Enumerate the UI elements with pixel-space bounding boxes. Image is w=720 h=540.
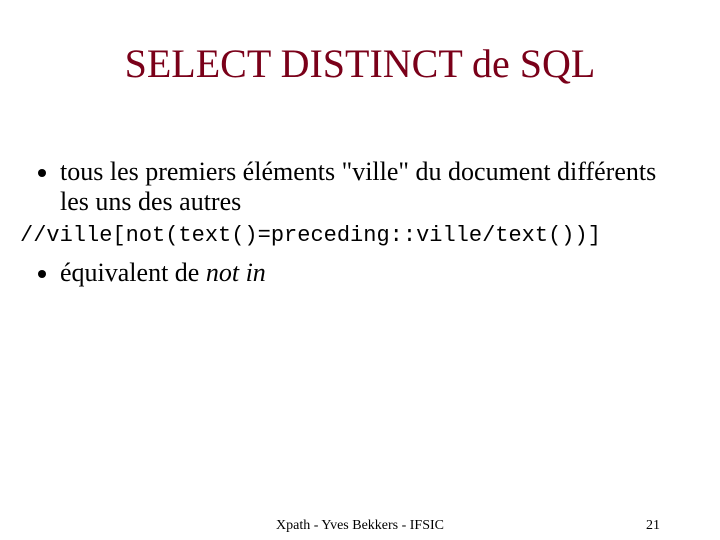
slide: SELECT DISTINCT de SQL tous les premiers… bbox=[0, 0, 720, 540]
slide-title: SELECT DISTINCT de SQL bbox=[20, 40, 700, 87]
bullet-item-1: tous les premiers éléments "ville" du do… bbox=[60, 157, 690, 217]
bullet-2-text: équivalent de bbox=[60, 258, 206, 287]
footer-author: Xpath - Yves Bekkers - IFSIC bbox=[276, 518, 444, 534]
bullet-list-2: équivalent de not in bbox=[20, 258, 700, 288]
bullet-list: tous les premiers éléments "ville" du do… bbox=[20, 157, 700, 217]
page-number: 21 bbox=[646, 518, 660, 534]
bullet-item-2: équivalent de not in bbox=[60, 258, 690, 288]
code-line: //ville[not(text()=preceding::ville/text… bbox=[20, 223, 700, 248]
bullet-2-italic: not in bbox=[206, 258, 266, 287]
